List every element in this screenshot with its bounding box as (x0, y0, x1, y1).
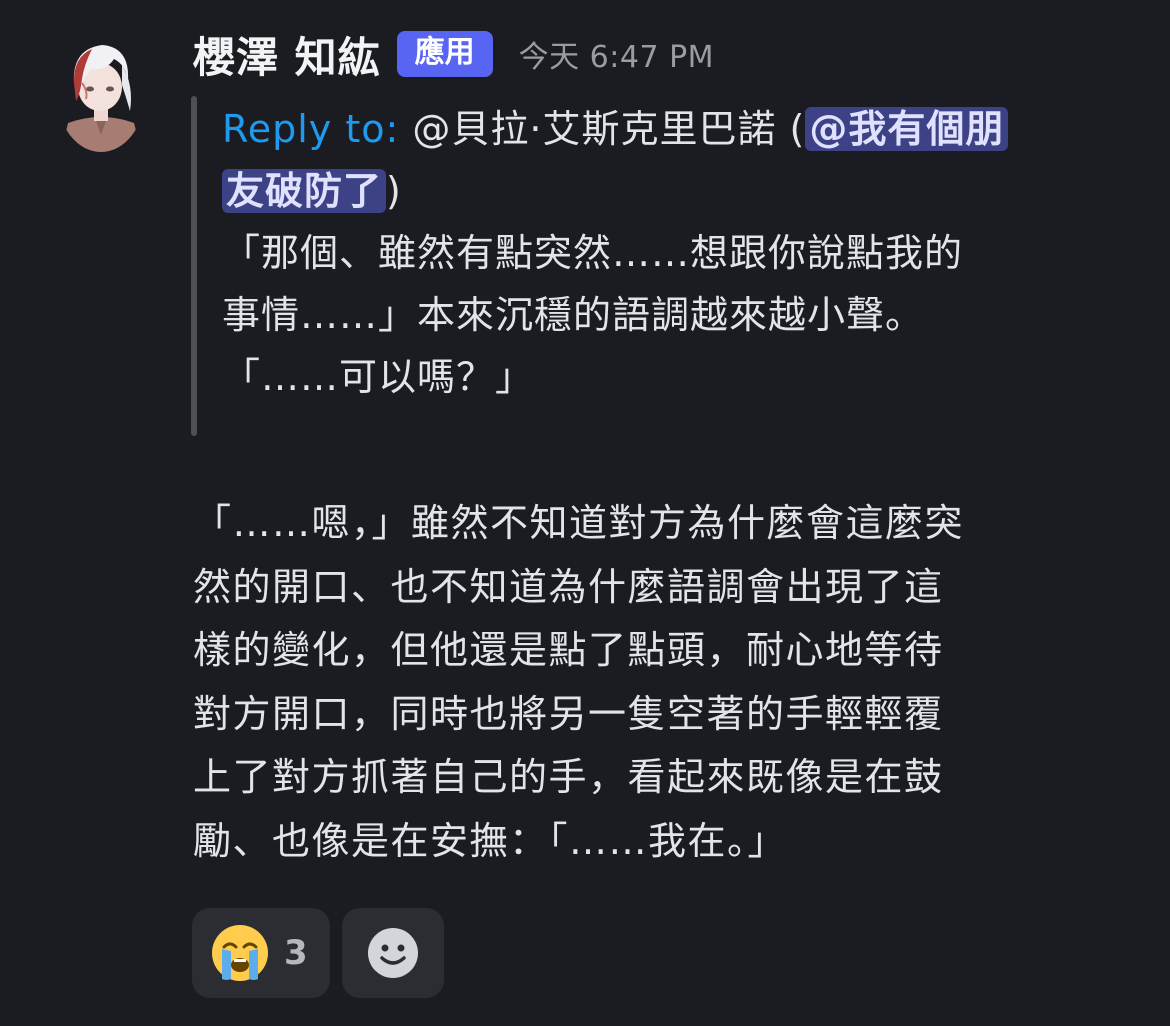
user-avatar[interactable] (56, 35, 146, 153)
reply-close-paren: ) (386, 169, 402, 213)
quote-line: 「……可以嗎？」 (222, 355, 535, 399)
message-header: 櫻澤 知紘 應用 今天 6:47 PM (193, 22, 714, 86)
author-name[interactable]: 櫻澤 知紘 (193, 24, 381, 85)
reaction-crying[interactable]: 3 (192, 908, 330, 998)
add-reaction-button[interactable] (342, 908, 444, 998)
message-line: 樣的變化，但他還是點了點頭，耐心地等待 (193, 628, 944, 672)
quote-bar (191, 96, 197, 436)
reply-header-line: Reply to: @貝拉·艾斯克里巴諾 (@我有個朋 (222, 98, 1112, 160)
message-line: 勵、也像是在安撫：「……我在。」 (193, 818, 788, 863)
message-line: 對方開口，同時也將另一隻空著的手輕輕覆 (193, 691, 944, 736)
crying-face-icon (212, 925, 268, 981)
mention-tag-continued[interactable]: 友破防了 (222, 169, 387, 213)
reply-target: @貝拉·艾斯克里巴諾 ( (399, 107, 806, 151)
message-timestamp[interactable]: 今天 6:47 PM (519, 32, 714, 76)
message-line: 然的開口、也不知道為什麼語調會出現了這 (193, 564, 944, 609)
reply-label: Reply to: (222, 107, 400, 151)
reaction-bar: 3 (192, 908, 444, 998)
reply-header-line-2: 友破防了) (222, 160, 1112, 222)
quote-line: 事情……」本來沉穩的語調越來越小聲。 (222, 293, 925, 337)
reply-quote: Reply to: @貝拉·艾斯克里巴諾 (@我有個朋 友破防了) 「那個、雖然… (191, 96, 1111, 436)
quote-line: 「那個、雖然有點突然……想跟你說點我的 (222, 231, 964, 275)
reaction-count: 3 (284, 933, 308, 973)
app-badge: 應用 (396, 31, 493, 77)
chat-message: 櫻澤 知紘 應用 今天 6:47 PM Reply to: @貝拉·艾斯克里巴諾… (0, 0, 1170, 1026)
message-body: 「……嗯，」雖然不知道對方為什麼會這麼突 然的開口、也不知道為什麼語調會出現了這… (193, 492, 1138, 873)
message-line: 「……嗯，」雖然不知道對方為什麼會這麼突 (193, 501, 965, 545)
quote-text: Reply to: @貝拉·艾斯克里巴諾 (@我有個朋 友破防了) 「那個、雖然… (222, 98, 1112, 408)
smiley-face-icon (368, 928, 418, 978)
mention-tag[interactable]: @我有個朋 (805, 107, 1009, 151)
message-line: 上了對方抓著自己的手，看起來既像是在鼓 (193, 755, 944, 799)
